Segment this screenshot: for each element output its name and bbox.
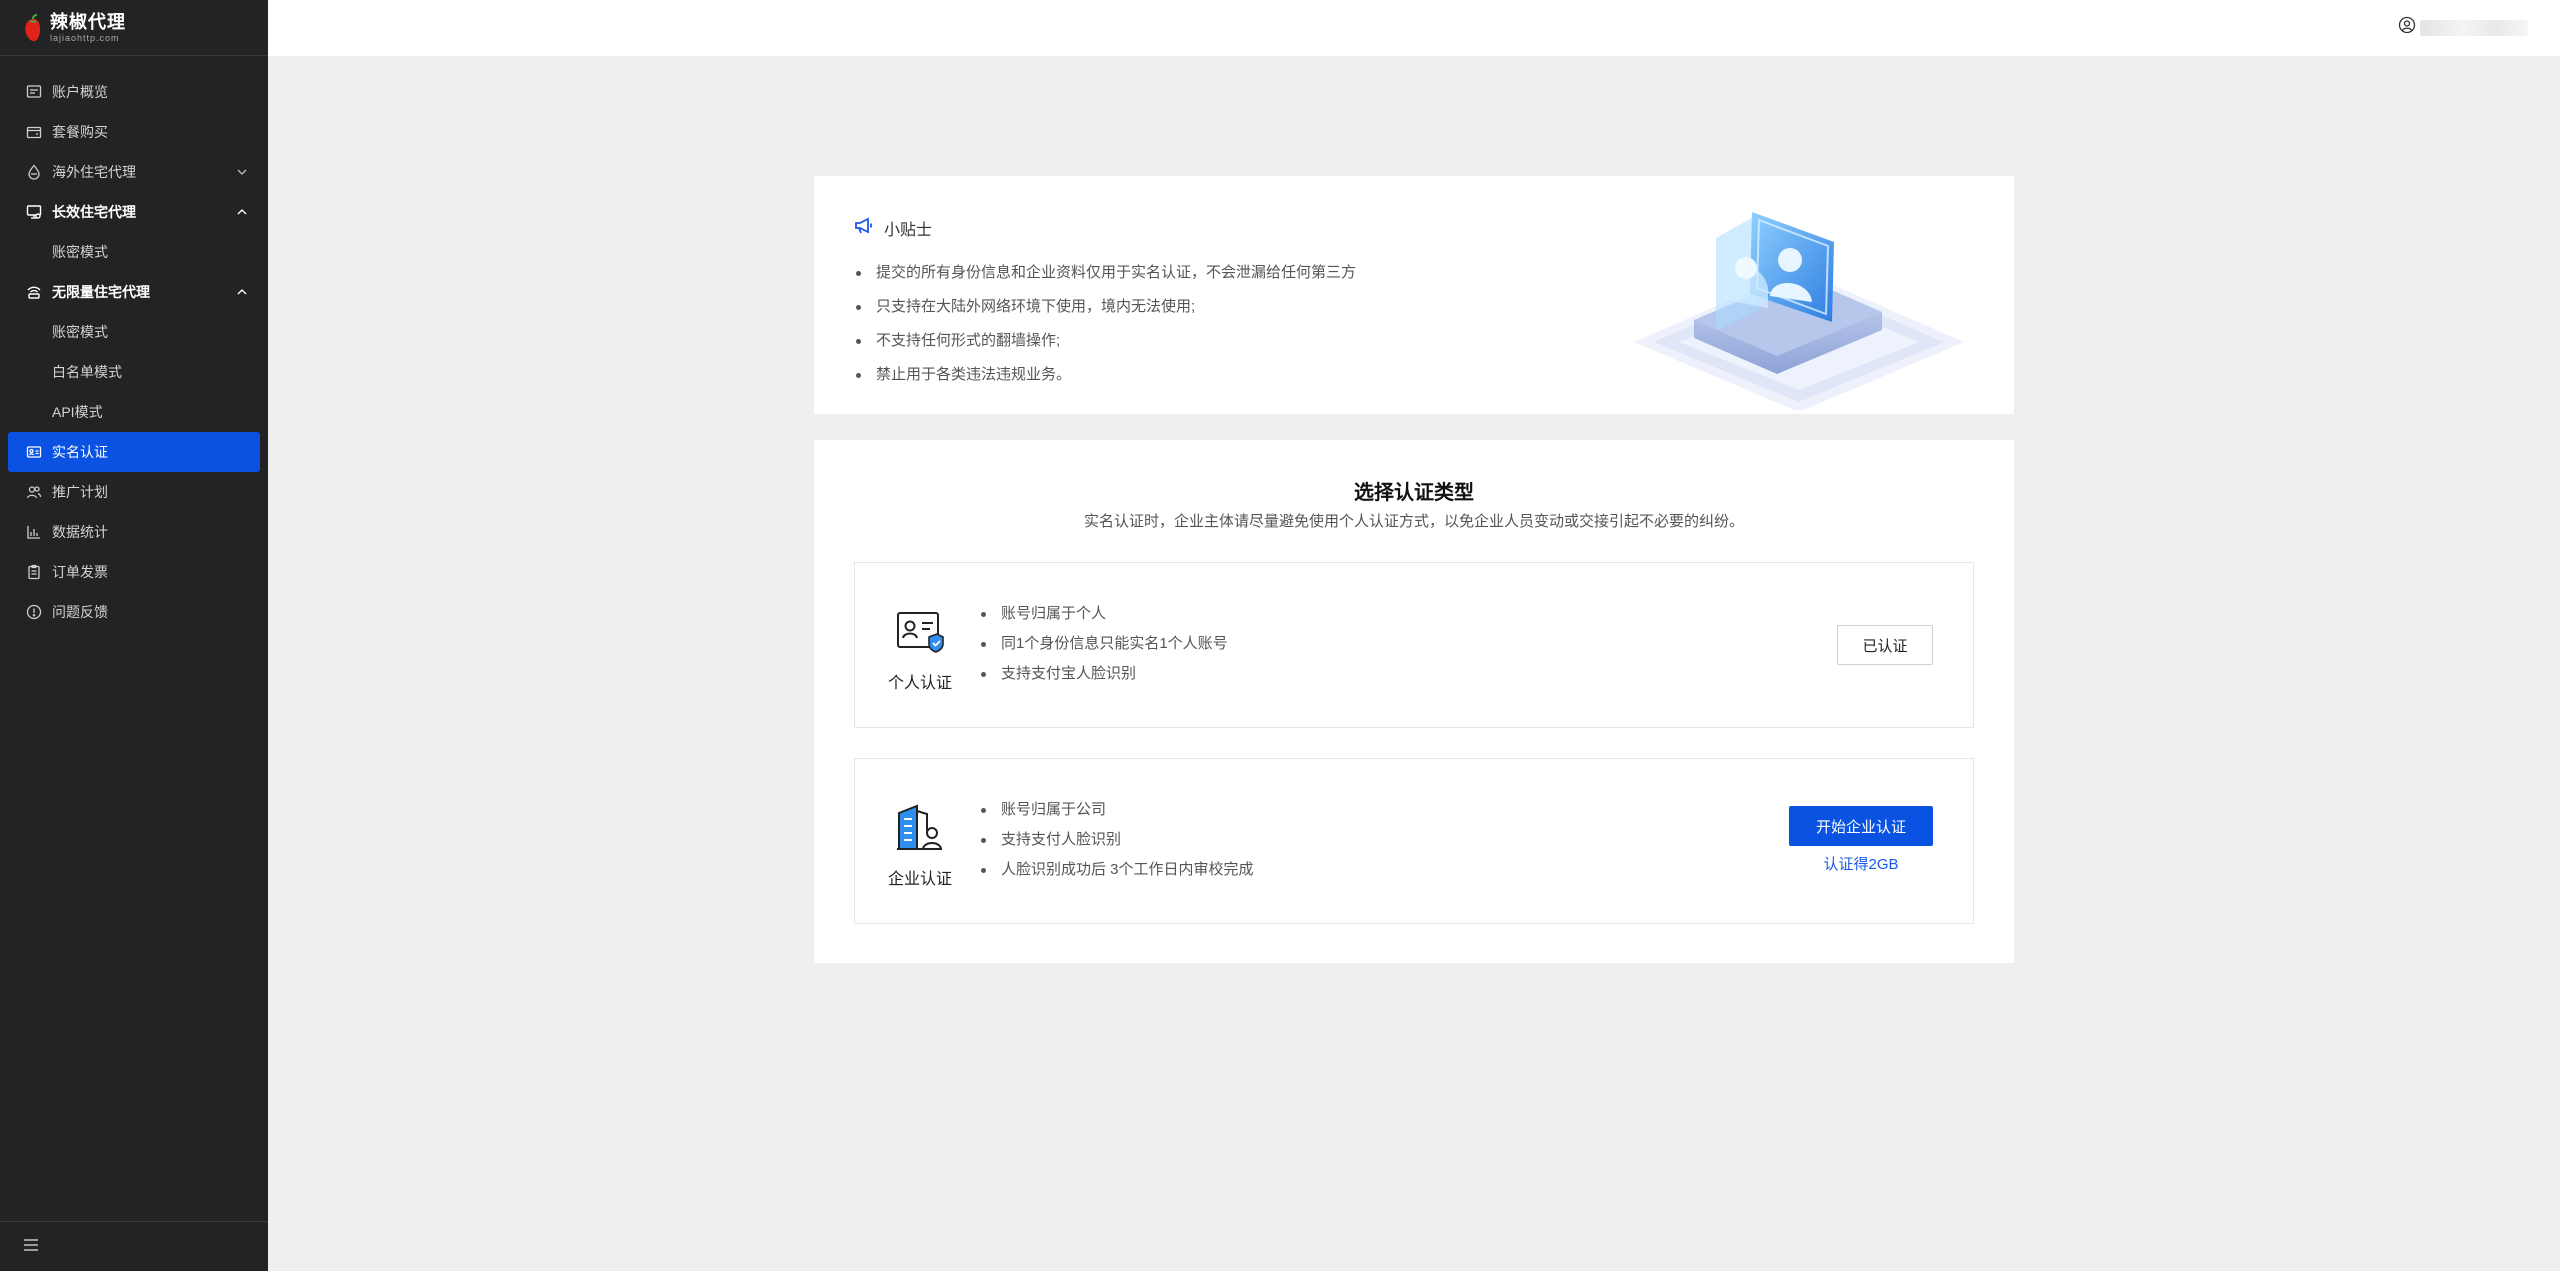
users-icon: [24, 482, 44, 502]
personal-id-icon: [895, 607, 945, 657]
enterprise-feature-list: 账号归属于公司 支持支付人脸识别 人脸识别成功后 3个工作日内审校完成: [981, 795, 1254, 885]
sidebar-item-label: 账户概览: [52, 84, 108, 100]
top-header: [268, 0, 2560, 56]
sidebar-item-whitelist[interactable]: 白名单模式: [0, 352, 268, 392]
personal-feature-list: 账号归属于个人 同1个身份信息只能实名1个人账号 支持支付宝人脸识别: [981, 599, 1228, 689]
feature-item: 同1个身份信息只能实名1个人账号: [981, 629, 1228, 659]
tips-header: 小贴士: [854, 216, 932, 240]
wallet-icon: [24, 122, 44, 142]
tip-item: 不支持任何形式的翻墙操作;: [856, 324, 1356, 358]
user-name-redacted: [2420, 19, 2528, 36]
identity-verification-illustration: [1624, 190, 1974, 412]
personal-verification-option: 个人认证 账号归属于个人 同1个身份信息只能实名1个人账号 支持支付宝人脸识别 …: [854, 562, 1974, 728]
dashboard-icon: [24, 82, 44, 102]
feature-item: 账号归属于公司: [981, 795, 1254, 825]
sidebar-item-promotion[interactable]: 推广计划: [0, 472, 268, 512]
sidebar-item-real-name[interactable]: 实名认证: [8, 432, 260, 472]
start-enterprise-verification-button[interactable]: 开始企业认证: [1789, 806, 1933, 846]
sidebar-item-long-term-proxy[interactable]: 长效住宅代理: [0, 192, 268, 232]
sidebar-item-label: 账密模式: [52, 244, 108, 260]
sidebar-item-label: 数据统计: [52, 524, 108, 540]
sidebar-menu: 账户概览 套餐购买 海外住宅代理 长效住宅代理 账密模式 无限量住宅代理 账密模…: [0, 56, 268, 632]
alert-icon: [24, 602, 44, 622]
chili-logo-icon: [22, 13, 44, 43]
sidebar-item-long-term-account[interactable]: 账密模式: [0, 232, 268, 272]
sidebar-item-label: 账密模式: [52, 324, 108, 340]
sidebar-item-unlimited-proxy[interactable]: 无限量住宅代理: [0, 272, 268, 312]
sidebar-item-invoice[interactable]: 订单发票: [0, 552, 268, 592]
tip-item: 提交的所有身份信息和企业资料仅用于实名认证，不会泄漏给任何第三方: [856, 256, 1356, 290]
enterprise-option-label: 企业认证: [887, 871, 952, 888]
sidebar-item-overseas-proxy[interactable]: 海外住宅代理: [0, 152, 268, 192]
tip-item: 禁止用于各类违法违规业务。: [856, 358, 1356, 392]
brand-name: 辣椒代理: [50, 11, 126, 32]
sidebar-item-unlimited-account[interactable]: 账密模式: [0, 312, 268, 352]
sidebar-item-purchase[interactable]: 套餐购买: [0, 112, 268, 152]
sidebar-item-label: 白名单模式: [52, 364, 122, 380]
verify-title: 选择认证类型: [1354, 482, 1474, 504]
reward-link[interactable]: 认证得2GB: [1789, 853, 1933, 874]
sidebar-collapse-toggle[interactable]: [0, 1221, 268, 1271]
id-card-icon: [24, 442, 44, 462]
sidebar-item-label: 长效住宅代理: [52, 204, 136, 220]
feature-item: 支持支付人脸识别: [981, 825, 1254, 855]
sidebar-item-label: 套餐购买: [52, 124, 108, 140]
sidebar-item-label: 实名认证: [52, 444, 108, 460]
sidebar-item-label: 问题反馈: [52, 604, 108, 620]
verification-type-card: 选择认证类型 实名认证时，企业主体请尽量避免使用个人认证方式，以免企业人员变动或…: [814, 440, 2014, 963]
sidebar-item-feedback[interactable]: 问题反馈: [0, 592, 268, 632]
brand-logo[interactable]: 辣椒代理 lajiaohttp.com: [0, 0, 268, 56]
clipboard-icon: [24, 562, 44, 582]
megaphone-icon: [854, 217, 884, 240]
chevron-up-icon: [236, 206, 248, 218]
sidebar-item-label: 无限量住宅代理: [52, 284, 150, 300]
verify-subtitle: 实名认证时，企业主体请尽量避免使用个人认证方式，以免企业人员变动或交接引起不必要…: [1083, 513, 1744, 530]
tips-list: 提交的所有身份信息和企业资料仅用于实名认证，不会泄漏给任何第三方 只支持在大陆外…: [856, 256, 1356, 392]
sidebar-item-label: API模式: [52, 404, 103, 420]
feature-item: 人脸识别成功后 3个工作日内审校完成: [981, 855, 1254, 885]
tips-title: 小贴士: [884, 222, 933, 239]
drop-icon: [24, 162, 44, 182]
tip-item: 只支持在大陆外网络环境下使用，境内无法使用;: [856, 290, 1356, 324]
personal-option-label: 个人认证: [887, 675, 952, 692]
sidebar: 辣椒代理 lajiaohttp.com 账户概览 套餐购买 海外住宅代理 长效住…: [0, 0, 268, 1271]
sidebar-item-overview[interactable]: 账户概览: [0, 72, 268, 112]
router-icon: [24, 282, 44, 302]
enterprise-building-icon: [895, 803, 945, 853]
chevron-down-icon: [236, 166, 248, 178]
enterprise-verification-option: 企业认证 账号归属于公司 支持支付人脸识别 人脸识别成功后 3个工作日内审校完成…: [854, 758, 1974, 924]
feature-item: 支持支付宝人脸识别: [981, 659, 1228, 689]
chevron-up-icon: [236, 286, 248, 298]
sidebar-item-label: 海外住宅代理: [52, 164, 136, 180]
hamburger-icon: [24, 1238, 38, 1256]
chart-icon: [24, 522, 44, 542]
sidebar-item-statistics[interactable]: 数据统计: [0, 512, 268, 552]
sidebar-item-label: 推广计划: [52, 484, 108, 500]
sidebar-item-api[interactable]: API模式: [0, 392, 268, 432]
feature-item: 账号归属于个人: [981, 599, 1228, 629]
sidebar-item-label: 订单发票: [52, 564, 108, 580]
brand-url: lajiaohttp.com: [50, 32, 120, 43]
monitor-icon: [24, 202, 44, 222]
user-menu[interactable]: [2398, 16, 2528, 39]
verified-button[interactable]: 已认证: [1837, 625, 1933, 665]
tips-card: 小贴士 提交的所有身份信息和企业资料仅用于实名认证，不会泄漏给任何第三方 只支持…: [814, 176, 2014, 414]
user-icon: [2398, 16, 2416, 39]
